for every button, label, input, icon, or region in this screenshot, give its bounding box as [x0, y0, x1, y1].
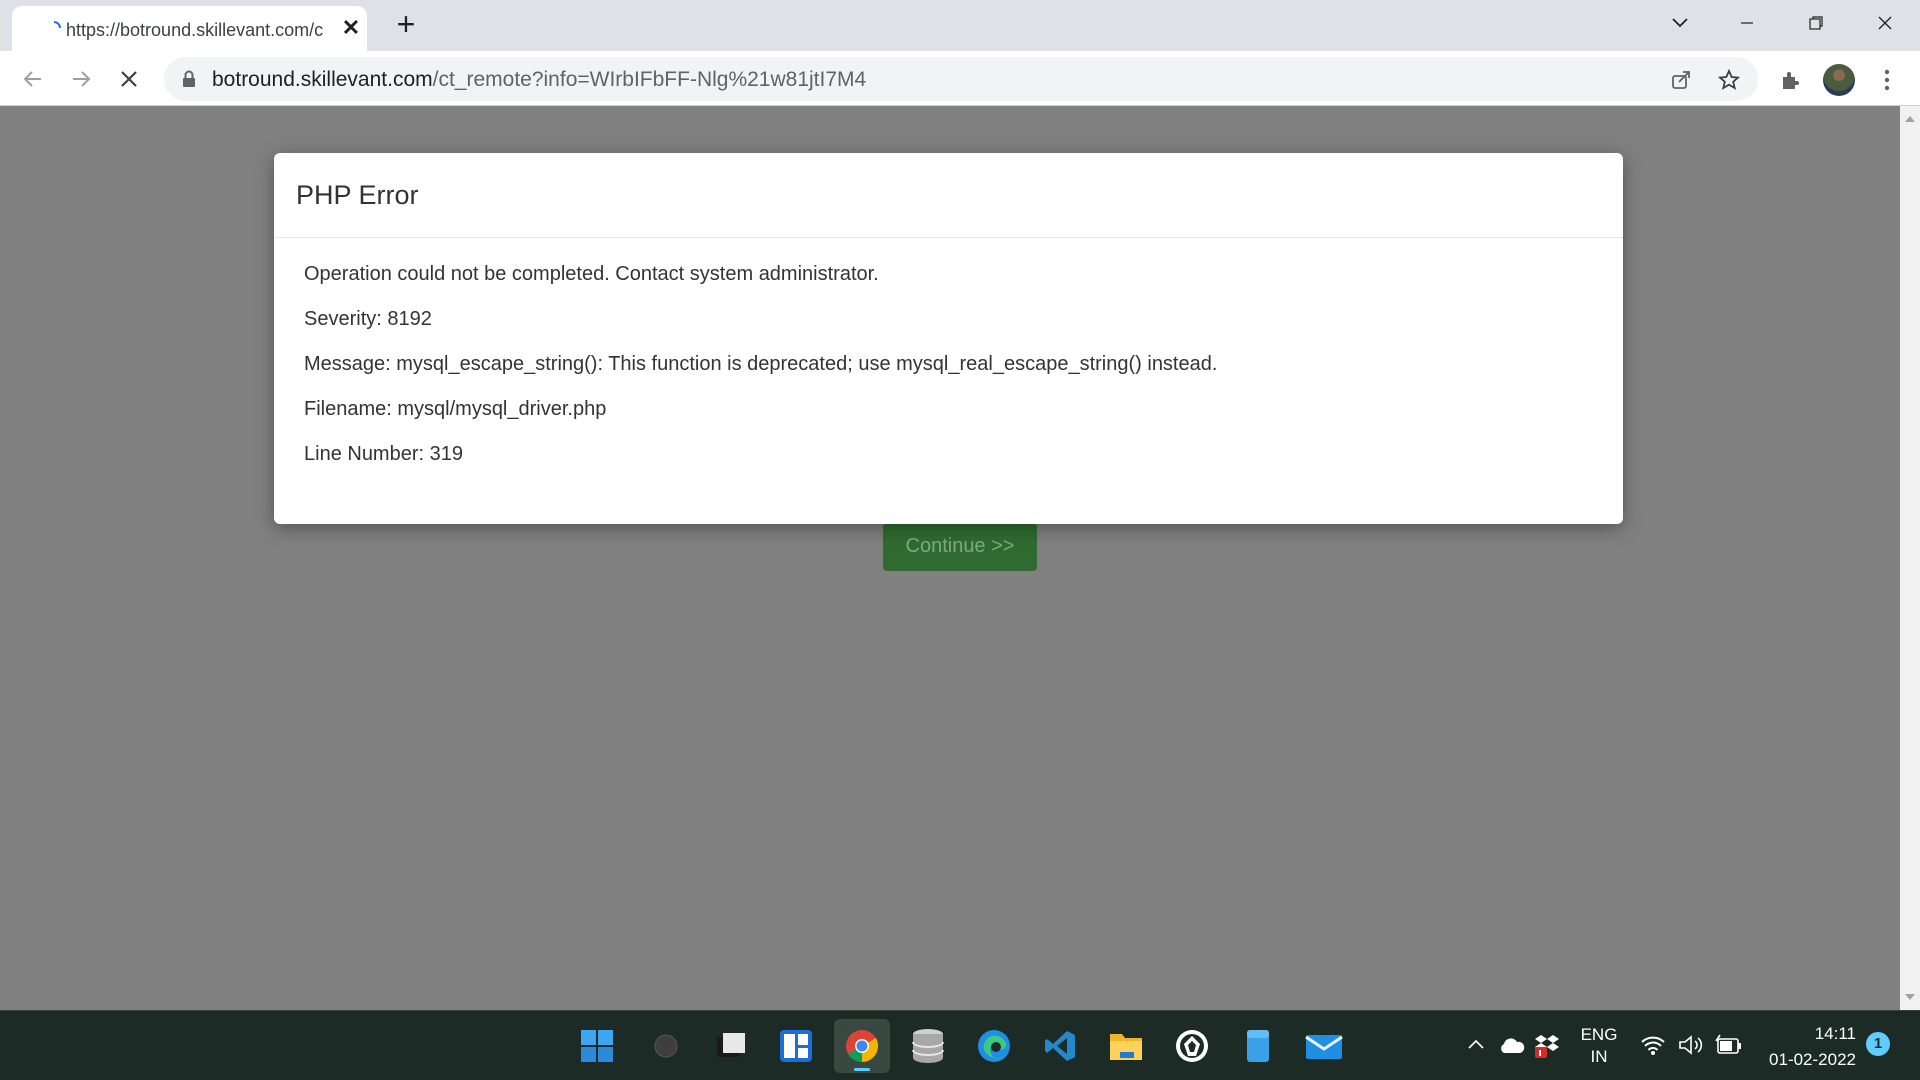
language-code: ENG [1580, 1025, 1618, 1044]
bookmark-star-icon[interactable] [1716, 67, 1742, 93]
new-tab-button[interactable]: + [392, 8, 420, 40]
lock-icon[interactable] [182, 70, 196, 88]
task-view-icon[interactable] [704, 1019, 760, 1073]
vertical-scrollbar[interactable] [1900, 106, 1920, 1010]
modal-header: PHP Error [274, 153, 1623, 238]
restore-button[interactable] [1796, 8, 1836, 38]
edge-icon[interactable] [966, 1019, 1022, 1073]
url-path: /ct_remote?info=WIrbIFbFF-Nlg%21w81jtI7M… [432, 68, 867, 91]
error-summary: Operation could not be completed. Contac… [304, 263, 879, 285]
browser-tab[interactable]: https://botround.skillevant.com/c ✕ [12, 6, 367, 51]
continue-button[interactable]: Continue >> [883, 523, 1037, 571]
taskbar: ENG IN 14:11 01-02-2022 [0, 1010, 1920, 1080]
error-line-number: Line Number: 319 [304, 443, 463, 465]
url-text: botround.skillevant.com/ct_remote?info=W… [212, 68, 866, 92]
url-domain: botround.skillevant.com [212, 68, 433, 91]
clock-date: 01-02-2022 [1769, 1050, 1856, 1069]
battery-charging-icon[interactable] [1714, 1033, 1742, 1059]
stop-loading-button[interactable] [112, 63, 146, 95]
modal-title: PHP Error [296, 180, 419, 210]
app-icon[interactable] [1164, 1019, 1220, 1073]
database-icon[interactable] [900, 1019, 956, 1073]
dropbox-icon[interactable] [1534, 1033, 1560, 1059]
notification-badge[interactable]: 1 [1866, 1032, 1890, 1056]
widgets-icon[interactable] [768, 1019, 824, 1073]
php-error-modal: PHP Error Operation could not be complet… [274, 153, 1623, 524]
clock-time: 14:11 [1814, 1024, 1856, 1043]
volume-icon[interactable] [1678, 1033, 1706, 1059]
back-button[interactable] [16, 63, 50, 95]
avatar [1823, 64, 1855, 96]
browser-toolbar: botround.skillevant.com/ct_remote?info=W… [0, 51, 1920, 106]
search-icon[interactable] [638, 1019, 694, 1073]
show-hidden-icons-chevron-icon[interactable] [1466, 1035, 1486, 1055]
tab-search-icon[interactable] [1660, 8, 1700, 38]
profile-avatar[interactable] [1822, 63, 1856, 97]
clock[interactable]: 14:11 01-02-2022 [1756, 1023, 1856, 1071]
wifi-icon[interactable] [1640, 1033, 1666, 1059]
minimize-button[interactable] [1727, 8, 1767, 38]
chrome-icon[interactable] [834, 1019, 890, 1073]
share-icon[interactable] [1668, 67, 1694, 93]
language-region: IN [1590, 1047, 1608, 1066]
file-explorer-icon[interactable] [1098, 1019, 1154, 1073]
onedrive-cloud-icon[interactable] [1498, 1035, 1526, 1057]
language-indicator[interactable]: ENG IN [1574, 1024, 1624, 1068]
tab-title: https://botround.skillevant.com/c [66, 20, 324, 40]
tab-close-icon[interactable]: ✕ [340, 17, 362, 39]
notepad-icon[interactable] [1230, 1019, 1286, 1073]
forward-button[interactable] [64, 63, 98, 95]
address-bar[interactable]: botround.skillevant.com/ct_remote?info=W… [164, 57, 1758, 101]
loading-spinner-icon [53, 21, 61, 29]
mail-icon[interactable] [1296, 1019, 1352, 1073]
scroll-down-arrow-icon[interactable] [1905, 994, 1915, 1000]
tab-strip: https://botround.skillevant.com/c ✕ + [0, 0, 1920, 51]
scroll-up-arrow-icon[interactable] [1905, 116, 1915, 122]
close-window-button[interactable] [1865, 8, 1905, 38]
error-severity: Severity: 8192 [304, 308, 432, 330]
modal-body: Operation could not be completed. Contac… [274, 238, 1623, 511]
error-message: Message: mysql_escape_string(): This fun… [304, 353, 1218, 375]
error-filename: Filename: mysql/mysql_driver.php [304, 398, 607, 420]
vscode-icon[interactable] [1032, 1019, 1088, 1073]
extensions-icon[interactable] [1773, 63, 1807, 97]
chrome-menu-icon[interactable] [1870, 63, 1904, 97]
start-icon[interactable] [569, 1019, 625, 1073]
